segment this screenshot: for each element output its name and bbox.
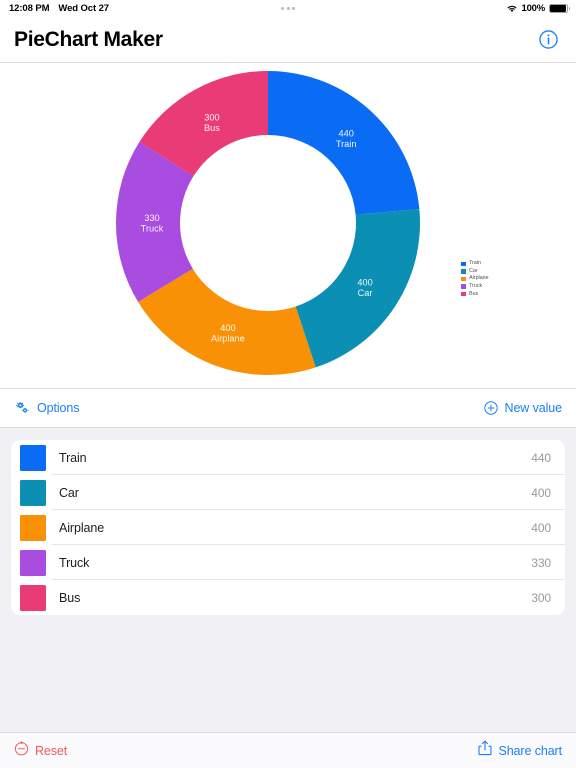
list-item[interactable]: Airplane 400 [11, 510, 565, 545]
battery-icon [549, 4, 571, 13]
share-chart-button[interactable]: Share chart [478, 740, 562, 761]
list-item-color-swatch[interactable] [20, 444, 46, 471]
donut-chart[interactable]: 440 Train 400 Car 400 Airplane 330 Truck 300 Bus [113, 68, 423, 378]
donut-slice-label: Car [358, 288, 373, 298]
list-item-value: 300 [531, 590, 551, 605]
list-item-label: Bus [59, 590, 81, 605]
list-item-color-swatch[interactable] [20, 549, 46, 576]
share-icon [478, 740, 493, 761]
options-bar: Options New value [0, 389, 576, 427]
list-item-value: 330 [531, 555, 551, 570]
donut-slice-label: 400 [357, 278, 372, 288]
legend-color-swatch [461, 284, 466, 289]
list-item-value: 400 [531, 520, 551, 535]
status-bar-right: 100% [506, 3, 571, 14]
plus-circle-icon [483, 401, 498, 415]
chart-area: 440 Train 400 Car 400 Airplane 330 Truck 300 Bus … [0, 63, 576, 388]
donut-slice-label: 300 [204, 112, 219, 122]
options-label: Options [37, 401, 80, 415]
battery-percent: 100% [521, 3, 546, 14]
legend-item: Truck [461, 283, 489, 291]
status-date: Wed Oct 27 [58, 3, 109, 14]
legend-item: Airplane [461, 275, 489, 283]
list-item-color-swatch[interactable] [20, 479, 46, 506]
app-root: 12:08 PM Wed Oct 27 100% PieChart Maker [0, 0, 576, 768]
donut-slice-label: Airplane [211, 333, 245, 343]
legend-color-swatch [461, 291, 466, 297]
list-item-value: 440 [531, 450, 551, 465]
donut-slice-label: 440 [338, 128, 353, 138]
value-list-scroll[interactable]: Train 440 Car 400 Airplane 400 Truck 330 Bus 300 [0, 428, 576, 732]
new-value-button[interactable]: New value [483, 401, 563, 415]
legend-label: Car [469, 267, 478, 274]
gears-icon [14, 401, 30, 415]
status-time: 12:08 PM [9, 3, 50, 14]
donut-slice-label: Train [336, 139, 357, 149]
reset-button[interactable]: Reset [14, 740, 68, 761]
list-item[interactable]: Bus 300 [11, 580, 565, 615]
legend-color-swatch [461, 269, 466, 274]
legend-label: Bus [469, 290, 479, 297]
list-item-label: Truck [59, 555, 90, 570]
legend-item: Car [461, 268, 489, 276]
bottom-toolbar: Reset Share chart [0, 732, 576, 768]
list-item-label: Airplane [59, 520, 105, 535]
legend-label: Train [469, 260, 481, 267]
list-item-value: 400 [531, 485, 551, 500]
donut-slice-label: Bus [204, 123, 220, 133]
legend-label: Truck [469, 282, 483, 289]
value-list: Train 440 Car 400 Airplane 400 Truck 330 Bus 300 [11, 440, 565, 615]
list-item[interactable]: Train 440 [11, 440, 565, 475]
legend-color-swatch [461, 276, 466, 282]
info-circle-icon[interactable] [539, 30, 558, 49]
status-bar: 12:08 PM Wed Oct 27 100% [0, 0, 576, 17]
donut-slice-label: Truck [141, 224, 164, 234]
legend-item: Bus [461, 290, 489, 298]
share-chart-label: Share chart [498, 743, 562, 758]
list-item[interactable]: Car 400 [11, 475, 565, 510]
list-item-label: Car [59, 485, 79, 500]
multitasking-dots-icon[interactable] [281, 7, 295, 10]
list-item-label: Train [59, 450, 87, 465]
list-item[interactable]: Truck 330 [11, 545, 565, 580]
legend-item: Train [461, 260, 489, 268]
legend-label: Airplane [469, 275, 489, 282]
minus-circle-icon [14, 740, 29, 761]
donut-slice-label: 400 [220, 323, 235, 333]
list-item-color-swatch[interactable] [20, 514, 46, 541]
options-button[interactable]: Options [14, 401, 79, 415]
new-value-label: New value [504, 401, 563, 415]
legend-color-swatch [461, 261, 466, 267]
wifi-icon [506, 4, 518, 13]
page-title: PieChart Maker [14, 27, 163, 51]
list-item-color-swatch[interactable] [20, 584, 46, 611]
donut-slice-label: 330 [144, 213, 159, 223]
chart-legend: Train Car Airplane Truck Bus [461, 260, 489, 298]
status-bar-left: 12:08 PM Wed Oct 27 [9, 3, 109, 14]
reset-label: Reset [35, 743, 68, 758]
navigation-bar: PieChart Maker [0, 17, 576, 62]
